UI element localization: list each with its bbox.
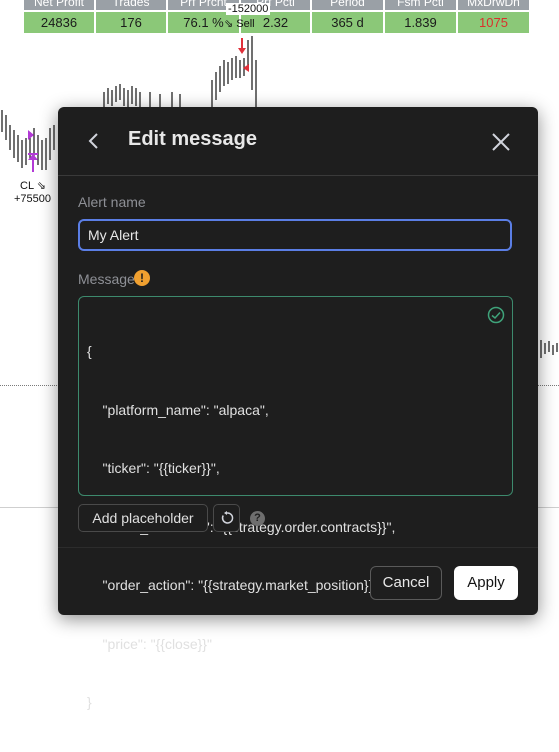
dialog-header: Edit message — [58, 107, 538, 176]
buy-marker-icon — [28, 130, 34, 140]
warning-icon[interactable]: ! — [134, 270, 150, 286]
message-label: Message — [78, 271, 135, 287]
add-placeholder-button[interactable]: Add placeholder — [78, 504, 208, 532]
dialog-title: Edit message — [128, 128, 257, 150]
reset-icon — [221, 511, 233, 524]
alert-name-label: Alert name — [78, 194, 146, 210]
message-textarea[interactable]: { "platform_name": "alpaca", "ticker": "… — [78, 296, 513, 710]
message-line: } — [87, 694, 92, 710]
message-line: "ticker": "{{ticker}}", — [87, 460, 220, 476]
apply-button[interactable]: Apply — [454, 566, 518, 600]
message-line: { — [87, 343, 92, 359]
cancel-button[interactable]: Cancel — [370, 566, 442, 600]
message-line: "platform_name": "alpaca", — [87, 401, 269, 418]
message-line: "price": "{{close}}" — [87, 635, 212, 652]
dialog-footer-divider — [58, 547, 538, 548]
back-arrow-icon[interactable] — [82, 129, 106, 153]
check-circle-icon — [487, 306, 505, 324]
close-icon[interactable] — [490, 131, 512, 153]
edit-message-dialog: Edit message Alert name Message ! { "pla… — [58, 107, 538, 710]
reset-button[interactable] — [213, 504, 240, 532]
help-icon[interactable]: ? — [250, 511, 265, 526]
sell-arrowhead-icon — [238, 48, 246, 54]
alert-name-input[interactable] — [78, 219, 512, 251]
